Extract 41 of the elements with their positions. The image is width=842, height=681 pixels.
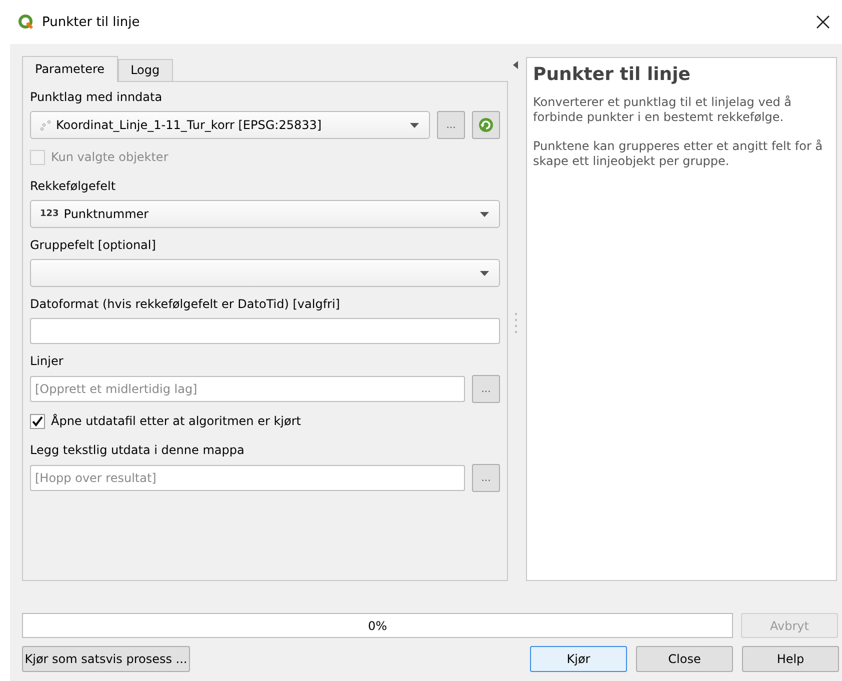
browse-button[interactable]: ... [472, 375, 500, 403]
dropdown-arrow-icon [480, 212, 489, 216]
browse-button[interactable]: ... [472, 464, 500, 492]
output-field[interactable]: [Hopp over resultat] [30, 465, 465, 491]
field-label: Datoformat (hvis rekkefølgefelt er DatoTid) [valgfri] [30, 297, 341, 312]
help-paragraph: Punktene kan grupperes etter et angitt felt for å skape ett linjeobjekt per gruppe. [533, 139, 824, 169]
dropdown[interactable] [30, 259, 500, 287]
dialog-button[interactable]: Kjør [530, 646, 627, 672]
dropdown[interactable]: 123 Punktnummer [30, 200, 500, 228]
checkbox-label: Kun valgte objekter [51, 150, 168, 164]
field-label: Punktlag med inndata [30, 90, 164, 105]
window-title: Punkter til linje [42, 14, 141, 30]
checkmark-icon [31, 415, 44, 427]
refresh-button[interactable] [472, 111, 500, 139]
checkbox[interactable] [30, 414, 45, 428]
dropdown[interactable]: Koordinat_Linje_1-11_Tur_korr [EPSG:25833] [30, 111, 430, 139]
help-title: Punkter til linje [533, 64, 692, 85]
progress-reading: 0% [368, 618, 388, 632]
output-field[interactable]: [Opprett et midlertidig lag] [30, 376, 465, 402]
help-paragraph: Konverterer et punktlag til et linjelag ved å forbinde punkter i en bestemt rekkefølge. [533, 95, 792, 125]
collapse-arrow-icon[interactable] [512, 61, 518, 69]
dropdown-arrow-icon [480, 270, 489, 276]
batch-process-button[interactable]: Kjør som satsvis prosess ... [22, 646, 190, 672]
browse-button[interactable]: ... [437, 111, 465, 139]
point-layer-icon [40, 120, 51, 130]
input-field[interactable] [30, 318, 500, 344]
field-label: Gruppefelt [optional] [30, 238, 157, 253]
numeric-field-icon: 123 [40, 209, 59, 219]
field-label: Rekkefølgefelt [30, 179, 117, 194]
dialog-button[interactable]: Help [742, 646, 839, 672]
splitter-handle-icon[interactable] [515, 313, 517, 333]
dialog-button[interactable]: Close [636, 646, 733, 672]
tab[interactable]: Logg [118, 59, 173, 81]
field-label: Linjer [30, 354, 64, 369]
app-logo-icon [18, 14, 34, 30]
checkbox-label: Åpne utdatafil etter at algoritmen er kjørt [51, 414, 301, 428]
close-icon[interactable] [816, 15, 830, 29]
refresh-icon [478, 117, 494, 133]
field-label: Legg tekstlig utdata i denne mappa [30, 443, 246, 458]
tab[interactable]: Parametere [22, 56, 118, 82]
dropdown-arrow-icon [410, 122, 419, 128]
